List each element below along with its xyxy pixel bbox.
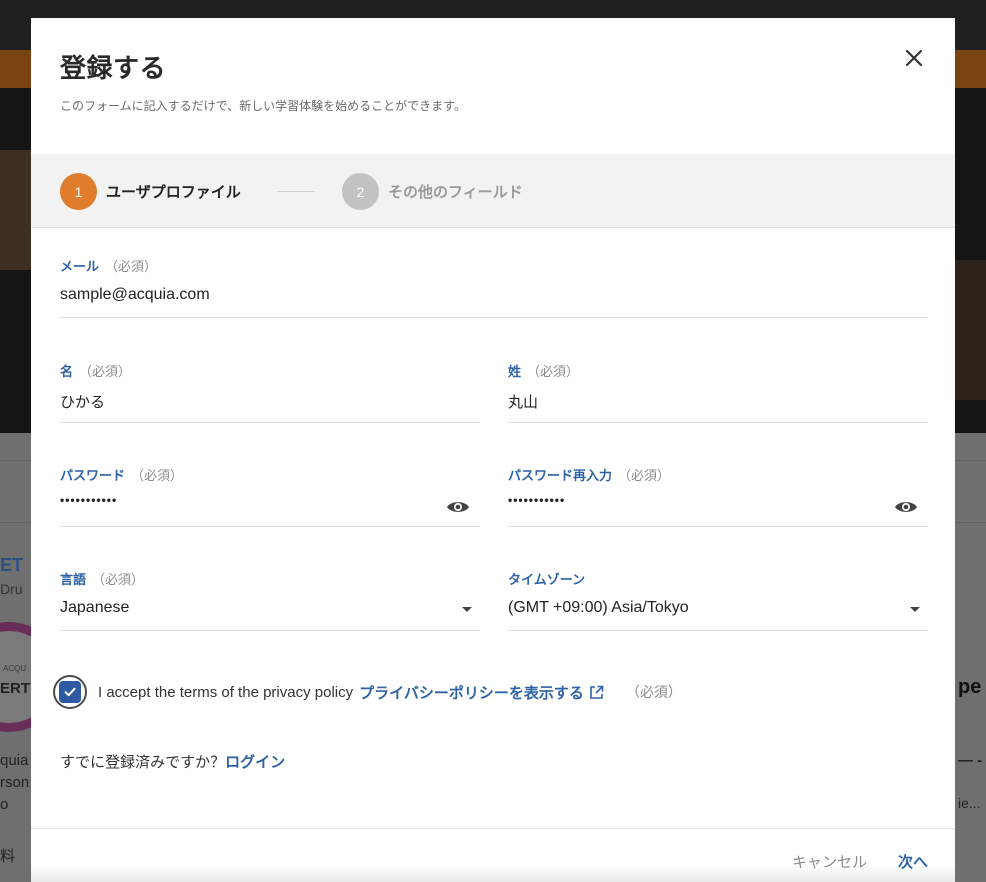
password-confirm-field[interactable]: パスワード再入力 （必須） ••••••••••• [508, 465, 928, 527]
step-1-indicator: 1 [60, 173, 97, 210]
email-label: メール （必須） [60, 256, 157, 275]
required-marker: （必須） [527, 365, 580, 380]
password-confirm-label: パスワード再入力 （必須） [508, 465, 670, 484]
password-label: パスワード （必須） [60, 465, 183, 484]
modal-header: 登録する このフォームに記入するだけで、新しい学習体験を始めることができます。 [31, 18, 955, 154]
password-confirm-label-text: パスワード再入力 [508, 469, 613, 484]
password-field[interactable]: パスワード （必須） ••••••••••• [60, 465, 480, 527]
background-hero-edge-right [954, 260, 986, 400]
login-link[interactable]: ログイン [225, 753, 285, 771]
cancel-button[interactable]: キャンセル [792, 851, 867, 872]
background-text: ie... [958, 795, 981, 811]
next-button[interactable]: 次へ [898, 851, 928, 872]
privacy-consent-checkbox[interactable] [53, 675, 87, 709]
required-marker: （必須） [92, 573, 145, 588]
external-link-icon [590, 685, 604, 699]
first-name-field[interactable]: 名 （必須） ひかる [60, 361, 480, 423]
timezone-label: タイムゾーン [508, 569, 585, 588]
background-hero-edge-left [0, 150, 32, 270]
caret-down-icon[interactable] [910, 607, 920, 612]
required-marker: （必須） [618, 469, 671, 484]
close-icon [905, 49, 923, 67]
modal-footer: キャンセル 次へ [31, 828, 955, 882]
checkbox-box [59, 681, 81, 703]
background-text: ERTI [0, 680, 35, 697]
language-label-text: 言語 [60, 573, 87, 588]
timezone-value[interactable]: (GMT +09:00) Asia/Tokyo [508, 599, 689, 617]
last-name-label: 姓 （必須） [508, 361, 579, 380]
language-label: 言語 （必須） [60, 569, 144, 588]
step-separator [277, 191, 315, 192]
email-input[interactable]: sample@acquia.com [60, 286, 210, 304]
background-text: 料 [0, 848, 16, 865]
modal-title: 登録する [60, 54, 167, 84]
email-field[interactable]: メール （必須） sample@acquia.com [60, 256, 928, 318]
eye-icon[interactable] [446, 499, 470, 515]
background-text: rson [0, 774, 30, 791]
first-name-label: 名 （必須） [60, 361, 131, 380]
timezone-select[interactable]: タイムゾーン (GMT +09:00) Asia/Tokyo [508, 569, 928, 631]
modal-subtitle: このフォームに記入するだけで、新しい学習体験を始めることができます。 [60, 99, 466, 113]
timezone-label-text: タイムゾーン [508, 573, 586, 588]
registration-modal: 登録する このフォームに記入するだけで、新しい学習体験を始めることができます。 … [31, 18, 955, 882]
eye-icon[interactable] [894, 499, 918, 515]
close-button[interactable] [903, 47, 925, 69]
required-marker: （必須） [105, 260, 158, 275]
step-1-label: ユーザプロファイル [106, 183, 241, 201]
background-text: pe [958, 676, 982, 698]
last-name-input[interactable]: 丸山 [508, 391, 538, 412]
check-icon [64, 687, 76, 697]
background-text: quia [0, 752, 29, 769]
last-name-label-text: 姓 [508, 365, 522, 380]
background-text: o [0, 796, 9, 813]
password-confirm-input[interactable]: ••••••••••• [508, 493, 565, 507]
first-name-input[interactable]: ひかる [60, 391, 105, 412]
email-label-text: メール [60, 260, 100, 275]
password-input[interactable]: ••••••••••• [60, 493, 117, 507]
background-text: ET [0, 555, 24, 575]
language-value[interactable]: Japanese [60, 599, 129, 617]
required-marker: （必須） [625, 685, 682, 701]
step-2-label: その他のフィールド [388, 183, 523, 201]
background-text: Dru [0, 581, 23, 597]
background-text: — - [958, 752, 983, 769]
required-marker: （必須） [131, 469, 184, 484]
required-marker: （必須） [79, 365, 132, 380]
login-prompt-text: すでに登録済みですか？ [60, 753, 226, 771]
login-prompt: すでに登録済みですか？ログイン [60, 751, 285, 772]
password-label-text: パスワード [60, 469, 126, 484]
step-2-indicator: 2 [342, 173, 379, 210]
privacy-consent-text: I accept the terms of the privacy policy [98, 683, 354, 701]
caret-down-icon[interactable] [462, 607, 472, 612]
background-text: ACQU [3, 664, 27, 673]
language-select[interactable]: 言語 （必須） Japanese [60, 569, 480, 631]
privacy-policy-link[interactable]: プライバシーポリシーを表示する [359, 682, 604, 703]
stepper: 1 ユーザプロファイル 2 その他のフィールド [31, 154, 955, 228]
first-name-label-text: 名 [60, 365, 74, 380]
privacy-consent-row: I accept the terms of the privacy policy… [53, 675, 682, 709]
last-name-field[interactable]: 姓 （必須） 丸山 [508, 361, 928, 423]
privacy-policy-link-text: プライバシーポリシーを表示する [359, 683, 584, 702]
